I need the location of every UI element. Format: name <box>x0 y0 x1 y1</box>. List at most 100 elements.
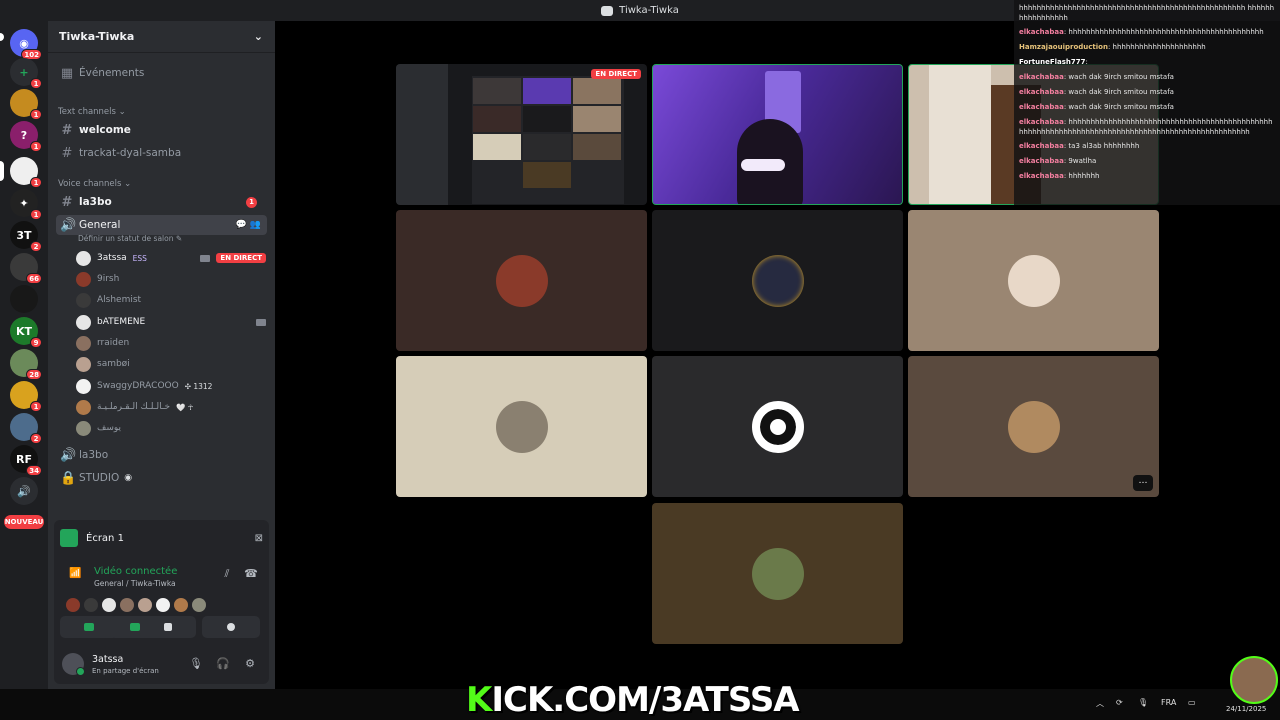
server-item[interactable]: 🔊 <box>10 477 38 505</box>
camera-icon <box>200 254 211 262</box>
headphones-icon[interactable]: 🎧 <box>216 657 230 671</box>
channel-welcome[interactable]: # welcome <box>56 120 267 140</box>
voice-user[interactable]: SwaggyDRACOOO ✣ 1312 <box>76 377 266 395</box>
badge: 1 <box>30 109 42 120</box>
video-tile[interactable] <box>396 356 647 497</box>
microphone-tray-icon[interactable]: 🎙 <box>1138 698 1148 707</box>
chat-message: hhhhhhhhhhhhhhhhhhhhhhhhhhhhhhhhhhhhhhhh… <box>1019 1 1276 25</box>
text-category[interactable]: Text channels ⌄ <box>58 107 126 117</box>
video-tile[interactable] <box>652 503 903 644</box>
chat-text: : <box>1085 58 1088 66</box>
server-item[interactable]: ? 1 <box>10 121 42 152</box>
video-tile[interactable] <box>396 210 647 351</box>
badge: 1 <box>30 401 42 412</box>
events-label: Événements <box>79 67 145 79</box>
soundboard-button[interactable] <box>202 616 260 638</box>
chat-username: elkachabaa <box>1019 142 1064 150</box>
video-tile[interactable] <box>908 210 1159 351</box>
disconnect-icon[interactable]: ☎ <box>244 567 258 581</box>
server-add[interactable]: +1 <box>10 58 42 89</box>
date-label[interactable]: 24/11/2025 <box>1226 705 1266 713</box>
user-name: sambøi <box>97 359 130 369</box>
events-link[interactable]: ▦ Événements <box>56 63 267 83</box>
language-indicator[interactable]: FRA <box>1161 698 1176 707</box>
server-item[interactable]: RF 34 <box>10 445 42 476</box>
channel-status[interactable]: Définir un statut de salon ✎ <box>78 234 182 243</box>
hash-icon: # <box>61 145 73 161</box>
badge: 9 <box>30 337 42 348</box>
avatar <box>192 598 206 612</box>
chat-text: : wach dak 9irch smitou mstafa <box>1063 88 1174 96</box>
channel-general[interactable]: 🔊 General 💬 👥 <box>56 215 267 235</box>
server-item[interactable]: 3T 2 <box>10 221 42 252</box>
camera-icon <box>256 318 266 326</box>
chat-message: Hamzajaouiproduction: hhhhhhhhhhhhhhhhhh… <box>1019 40 1276 55</box>
avatar <box>156 598 170 612</box>
voice-user[interactable]: 3atssa ESS EN DIRECT <box>76 249 266 267</box>
server-item[interactable]: KT 9 <box>10 317 42 348</box>
sync-icon[interactable]: ⟳ <box>1116 698 1123 707</box>
unread-badge: 1 <box>246 196 257 208</box>
channel-la3bo-text[interactable]: # la3bo 1 <box>56 192 267 212</box>
channel-la3bo-voice[interactable]: 🔊 la3bo <box>56 445 267 465</box>
server-item[interactable]: 1 <box>10 157 42 188</box>
stop-share-icon[interactable]: ⊠ <box>255 533 263 544</box>
chat-text: hhhhhhhhhhhhhhhhhhhhhhhhhhhhhhhhhhhhhhhh… <box>1019 4 1275 22</box>
avatar <box>76 271 91 287</box>
video-tile[interactable] <box>652 210 903 351</box>
server-item[interactable]: 2 <box>10 413 42 444</box>
channel-studio[interactable]: 🔒 STUDIO ◉ <box>56 468 267 488</box>
video-tile[interactable] <box>652 356 903 497</box>
lock-icon: 🔒 <box>60 470 77 486</box>
avatar <box>1007 400 1060 453</box>
voice-user[interactable]: sambøi <box>76 355 266 373</box>
server-item[interactable]: 1 <box>10 89 42 120</box>
badge: 1 <box>30 78 42 89</box>
network-icon[interactable]: ▭ <box>1188 698 1196 707</box>
activities-button[interactable] <box>140 616 196 638</box>
chat-icon[interactable]: 💬 👥 <box>236 220 261 230</box>
user-name: Alshemist <box>97 295 142 305</box>
avatar <box>76 335 91 351</box>
voice-panel: Écran 1 ⊠ 📶 Vidéo connectée General / Ti… <box>54 520 269 684</box>
voice-user[interactable]: يوسف <box>76 419 266 437</box>
chevron-up-icon[interactable]: ︿ <box>1096 698 1104 709</box>
more-options-icon[interactable]: … <box>1133 475 1153 491</box>
server-item[interactable]: ✦ 1 <box>10 189 42 220</box>
stream-preview-grid <box>472 76 624 204</box>
screen-label: Écran 1 <box>86 532 124 544</box>
voice-user[interactable]: Alshemist <box>76 291 266 309</box>
badge: 34 <box>26 465 42 476</box>
avatar <box>76 399 91 415</box>
connection-status[interactable]: Vidéo connectée <box>94 566 177 577</box>
video-tile[interactable]: … <box>908 356 1159 497</box>
server-item[interactable]: 66 <box>10 253 42 284</box>
badge: 2 <box>30 241 42 252</box>
server-header[interactable]: Tiwka-Tiwka ⌄ <box>48 21 275 53</box>
connection-location[interactable]: General / Tiwka-Tiwka <box>94 579 176 588</box>
voice-category[interactable]: Voice channels ⌄ <box>58 179 131 189</box>
server-home[interactable]: ◉ 102 <box>10 29 42 60</box>
voice-user[interactable]: خـالـلـك الـقـرملـيـة 🤍 ☥ <box>76 398 266 416</box>
server-item[interactable] <box>10 285 38 313</box>
avatar <box>751 400 804 453</box>
channel-trackat[interactable]: # trackat-dyal-samba <box>56 143 267 163</box>
voice-user[interactable]: bATEMENE <box>76 313 266 331</box>
server-item[interactable]: 1 <box>10 381 42 412</box>
avatar[interactable] <box>62 653 85 676</box>
microphone-icon[interactable]: 🎙 <box>189 657 203 671</box>
user-name: يوسف <box>97 423 122 433</box>
noise-suppression-icon[interactable]: ⫽ <box>220 567 234 581</box>
chat-text: : ta3 al3ab hhhhhhhh <box>1063 142 1140 150</box>
voice-user[interactable]: rraiden <box>76 334 266 352</box>
server-item[interactable]: 28 <box>10 349 42 380</box>
video-tile-speaking[interactable] <box>652 64 903 205</box>
stream-tile[interactable]: EN DIRECT <box>396 64 647 205</box>
chat-text: : hhhhhhhhhhhhhhhhhhhhhhhhhhhhhhhhhhhhhh… <box>1063 28 1264 36</box>
gear-icon[interactable]: ⚙ <box>243 657 257 671</box>
screen-share-row[interactable]: Écran 1 ⊠ <box>60 525 263 551</box>
voice-user[interactable]: 9irsh <box>76 270 266 288</box>
badge: 1 <box>30 177 42 188</box>
signal-icon: 📶 <box>69 568 82 579</box>
soundboard-icon <box>227 623 235 631</box>
